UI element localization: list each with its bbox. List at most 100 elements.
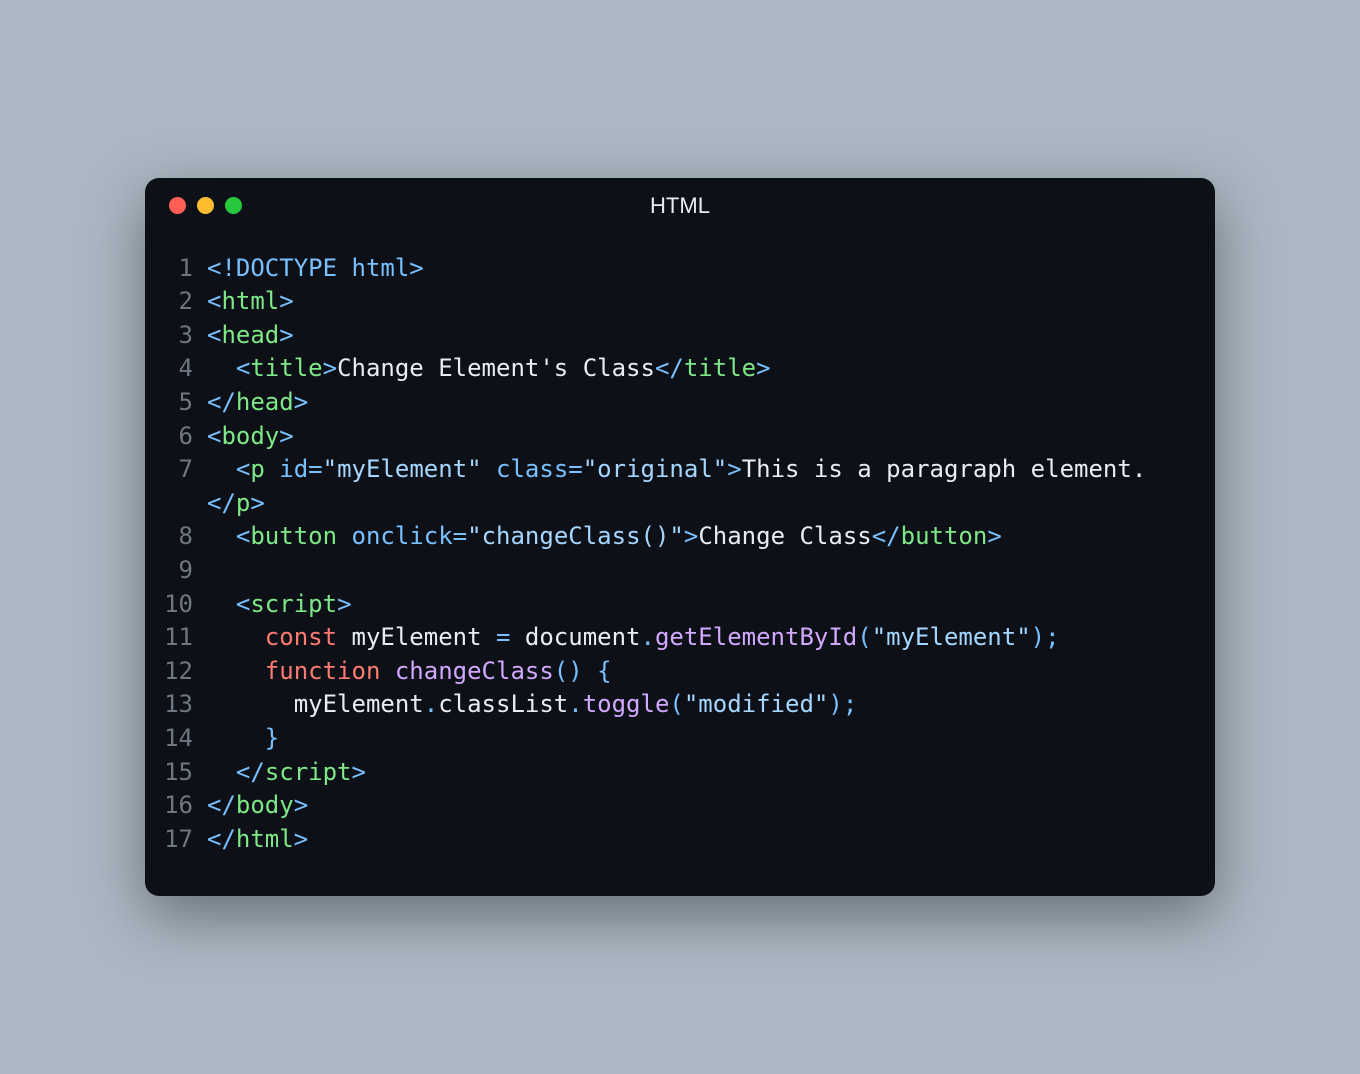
- token: <: [236, 455, 250, 483]
- token: >: [279, 287, 293, 315]
- code-content: function changeClass() {: [207, 655, 1197, 689]
- token: ): [568, 657, 582, 685]
- token: button: [901, 522, 988, 550]
- token: p: [236, 489, 250, 517]
- code-content: [207, 554, 1197, 588]
- token: id: [279, 455, 308, 483]
- token: [207, 724, 265, 752]
- maximize-icon[interactable]: [225, 197, 242, 214]
- code-line: 10 <script>: [163, 588, 1197, 622]
- code-content: </head>: [207, 386, 1197, 420]
- code-content: <script>: [207, 588, 1197, 622]
- line-number: 3: [163, 319, 207, 353]
- token: document: [525, 623, 641, 651]
- line-number: 2: [163, 285, 207, 319]
- token: >: [987, 522, 1001, 550]
- code-content: }: [207, 722, 1197, 756]
- token: onclick: [352, 522, 453, 550]
- token: p: [250, 455, 264, 483]
- code-line: 3<head>: [163, 319, 1197, 353]
- code-content: <p id="myElement" class="original">This …: [207, 453, 1197, 520]
- token: <: [207, 422, 221, 450]
- token: "myElement": [872, 623, 1031, 651]
- token: ;: [843, 690, 857, 718]
- token: [482, 623, 496, 651]
- token: changeClass: [395, 657, 554, 685]
- token: (: [669, 690, 683, 718]
- token: [207, 455, 236, 483]
- token: title: [684, 354, 756, 382]
- window-title: HTML: [145, 193, 1215, 219]
- token: <: [236, 522, 250, 550]
- token: }: [265, 724, 279, 752]
- code-content: </script>: [207, 756, 1197, 790]
- code-content: <body>: [207, 420, 1197, 454]
- token: >: [409, 254, 423, 282]
- code-line: 1<!DOCTYPE html>: [163, 252, 1197, 286]
- token: .: [568, 690, 582, 718]
- line-number: 4: [163, 352, 207, 386]
- token: "myElement": [323, 455, 482, 483]
- code-line: 17</html>: [163, 823, 1197, 857]
- code-content: <head>: [207, 319, 1197, 353]
- token: body: [221, 422, 279, 450]
- token: {: [597, 657, 611, 685]
- line-number: 12: [163, 655, 207, 689]
- token: body: [236, 791, 294, 819]
- code-content: <title>Change Element's Class</title>: [207, 352, 1197, 386]
- code-content: </html>: [207, 823, 1197, 857]
- code-line: 5</head>: [163, 386, 1197, 420]
- line-number: 8: [163, 520, 207, 554]
- token: [207, 522, 236, 550]
- token: >: [337, 590, 351, 618]
- code-line: 6<body>: [163, 420, 1197, 454]
- token: >: [756, 354, 770, 382]
- token: class: [496, 455, 568, 483]
- token: <: [236, 590, 250, 618]
- line-number: 13: [163, 688, 207, 722]
- token: [207, 354, 236, 382]
- token: [265, 455, 279, 483]
- token: <: [207, 287, 221, 315]
- line-number: 15: [163, 756, 207, 790]
- close-icon[interactable]: [169, 197, 186, 214]
- line-number: 9: [163, 554, 207, 588]
- token: [207, 690, 294, 718]
- code-window: HTML 1<!DOCTYPE html>2<html>3<head>4 <ti…: [145, 178, 1215, 897]
- line-number: 6: [163, 420, 207, 454]
- token: "original": [583, 455, 728, 483]
- token: [207, 657, 265, 685]
- line-number: 7: [163, 453, 207, 520]
- token: script: [265, 758, 352, 786]
- token: [207, 758, 236, 786]
- line-number: 1: [163, 252, 207, 286]
- token: =: [568, 455, 582, 483]
- minimize-icon[interactable]: [197, 197, 214, 214]
- token: =: [496, 623, 510, 651]
- token: toggle: [583, 690, 670, 718]
- token: (: [554, 657, 568, 685]
- code-content: <html>: [207, 285, 1197, 319]
- token: .: [424, 690, 438, 718]
- line-number: 5: [163, 386, 207, 420]
- code-line: 2<html>: [163, 285, 1197, 319]
- token: getElementById: [655, 623, 857, 651]
- token: (: [857, 623, 871, 651]
- token: >: [294, 791, 308, 819]
- token: button: [250, 522, 337, 550]
- token: html: [221, 287, 279, 315]
- code-line: 9: [163, 554, 1197, 588]
- code-editor[interactable]: 1<!DOCTYPE html>2<html>3<head>4 <title>C…: [145, 234, 1215, 897]
- token: >: [684, 522, 698, 550]
- token: DOCTYPE html: [236, 254, 409, 282]
- token: <: [207, 321, 221, 349]
- token: </: [207, 489, 236, 517]
- code-line: 7 <p id="myElement" class="original">Thi…: [163, 453, 1197, 520]
- token: [207, 590, 236, 618]
- code-content: myElement.classList.toggle("modified");: [207, 688, 1197, 722]
- token: >: [279, 321, 293, 349]
- code-line: 11 const myElement = document.getElement…: [163, 621, 1197, 655]
- token: >: [279, 422, 293, 450]
- token: ): [828, 690, 842, 718]
- titlebar: HTML: [145, 178, 1215, 234]
